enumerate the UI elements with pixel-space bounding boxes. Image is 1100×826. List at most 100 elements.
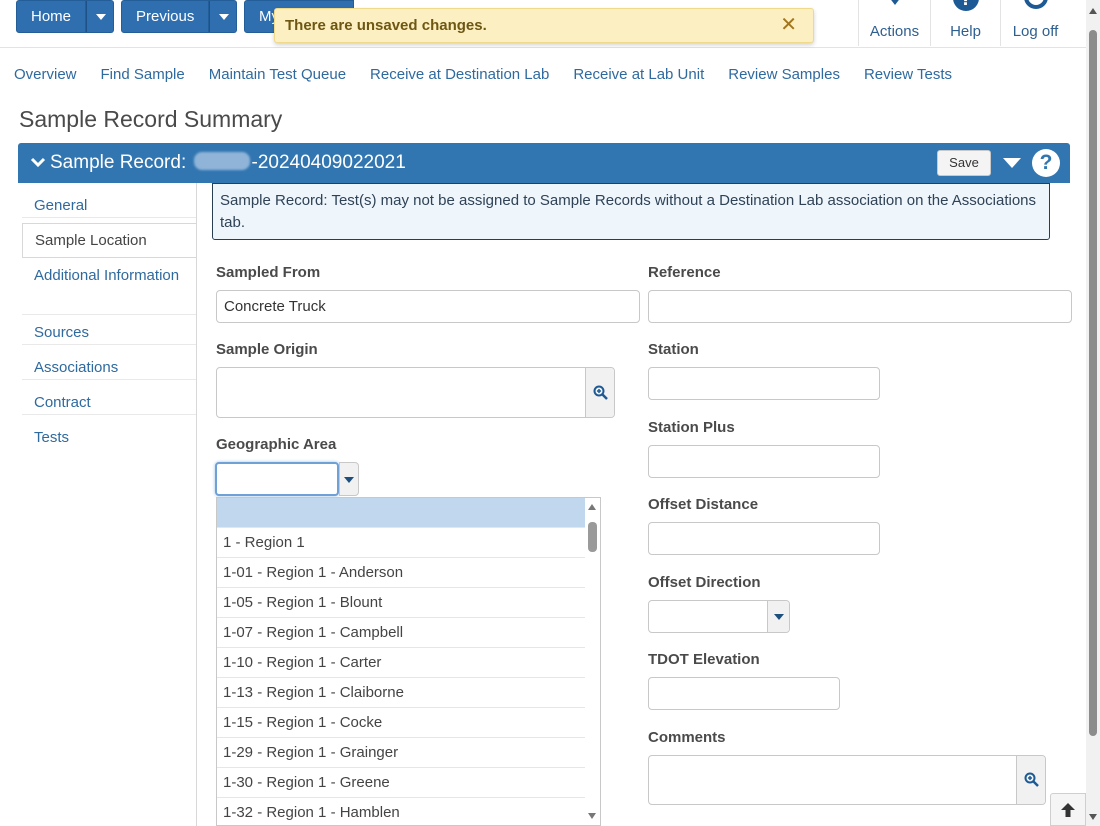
- magnifier-icon: [593, 385, 608, 400]
- offset-distance-input[interactable]: [648, 522, 880, 555]
- scroll-down-icon[interactable]: [1089, 814, 1097, 820]
- record-menu-caret-icon[interactable]: [1003, 158, 1021, 168]
- record-title-suffix: -20240409022021: [251, 152, 406, 173]
- page-title: Sample Record Summary: [19, 106, 283, 132]
- arrow-up-icon: [1061, 803, 1075, 817]
- dropdown-option[interactable]: 1-05 - Region 1 - Blount: [217, 588, 586, 618]
- chevron-down-icon[interactable]: [29, 153, 47, 171]
- nav-link-find-sample[interactable]: Find Sample: [101, 66, 185, 83]
- dropdown-option[interactable]: 1-10 - Region 1 - Carter: [217, 648, 586, 678]
- geographic-area-label: Geographic Area: [216, 436, 337, 453]
- help-label: Help: [950, 23, 981, 40]
- dropdown-option[interactable]: [217, 498, 586, 528]
- tdot-elevation-label: TDOT Elevation: [648, 651, 760, 668]
- close-icon[interactable]: ✕: [780, 9, 797, 42]
- reference-label: Reference: [648, 264, 721, 281]
- power-icon: [1023, 0, 1048, 9]
- dropdown-option[interactable]: 1-13 - Region 1 - Claiborne: [217, 678, 586, 708]
- info-message: Sample Record: Test(s) may not be assign…: [212, 183, 1050, 240]
- comments-label: Comments: [648, 729, 726, 746]
- comments-input[interactable]: [648, 755, 1046, 805]
- actions-label: Actions: [869, 23, 920, 40]
- logoff-button[interactable]: Log off: [1000, 0, 1070, 46]
- dropdown-option[interactable]: 1-15 - Region 1 - Cocke: [217, 708, 586, 738]
- logoff-label: Log off: [1012, 23, 1059, 40]
- home-button[interactable]: Home: [16, 0, 87, 33]
- sidebar-item-sources[interactable]: Sources: [22, 322, 196, 345]
- nav-links: Overview Find Sample Maintain Test Queue…: [14, 66, 976, 83]
- save-button[interactable]: Save: [937, 150, 991, 176]
- offset-direction-select[interactable]: [648, 600, 790, 633]
- sidebar-item-contract[interactable]: Contract: [22, 392, 196, 415]
- sidebar-item-additional-information[interactable]: Additional Information: [22, 265, 196, 315]
- help-circle-icon: ?: [952, 0, 979, 11]
- dropdown-option[interactable]: 1 - Region 1: [217, 528, 586, 558]
- home-button-group: Home: [16, 0, 115, 33]
- nav-link-review-tests[interactable]: Review Tests: [864, 66, 952, 83]
- dropdown-scroll-thumb[interactable]: [588, 522, 597, 552]
- scroll-to-top-button[interactable]: [1050, 793, 1086, 826]
- record-title: Sample Record: -20240409022021: [50, 152, 406, 174]
- home-dropdown-button[interactable]: [86, 0, 115, 33]
- nav-link-review-samples[interactable]: Review Samples: [728, 66, 840, 83]
- sample-origin-label: Sample Origin: [216, 341, 318, 358]
- caret-down-icon: [96, 14, 107, 20]
- comments-lookup-button[interactable]: [1016, 756, 1045, 804]
- unsaved-changes-notification: There are unsaved changes. ✕: [274, 8, 814, 43]
- station-plus-input[interactable]: [648, 445, 880, 478]
- station-label: Station: [648, 341, 699, 358]
- page-scroll-thumb[interactable]: [1089, 30, 1097, 736]
- geographic-area-input[interactable]: [215, 462, 339, 496]
- dropdown-option[interactable]: 1-07 - Region 1 - Campbell: [217, 618, 586, 648]
- nav-link-overview[interactable]: Overview: [14, 66, 77, 83]
- dropdown-option[interactable]: 1-32 - Region 1 - Hamblen: [217, 798, 586, 825]
- actions-button[interactable]: Actions: [858, 0, 930, 46]
- scroll-up-icon[interactable]: [588, 504, 596, 510]
- sample-origin-input[interactable]: [216, 367, 615, 418]
- dropdown-option[interactable]: 1-01 - Region 1 - Anderson: [217, 558, 586, 588]
- sidebar-item-sample-location[interactable]: Sample Location: [22, 223, 196, 258]
- geographic-area-combobox[interactable]: [215, 462, 359, 496]
- offset-direction-dropdown-button[interactable]: [767, 601, 789, 632]
- sample-record-header: Sample Record: -20240409022021 Save ?: [18, 143, 1070, 183]
- sampled-from-label: Sampled From: [216, 264, 321, 281]
- previous-dropdown-button[interactable]: [209, 0, 238, 33]
- dropdown-option[interactable]: 1-29 - Region 1 - Grainger: [217, 738, 586, 768]
- sample-origin-lookup-button[interactable]: [585, 368, 614, 417]
- sidebar-item-tests[interactable]: Tests: [22, 427, 196, 449]
- sidebar-item-general[interactable]: General: [22, 195, 196, 218]
- previous-button[interactable]: Previous: [121, 0, 210, 33]
- reference-input[interactable]: [648, 290, 1072, 323]
- notification-text: There are unsaved changes.: [285, 17, 487, 34]
- help-button[interactable]: ? Help: [930, 0, 1000, 46]
- top-bar: Home Previous My There are unsaved chang…: [0, 0, 1086, 48]
- page-scrollbar[interactable]: [1086, 0, 1100, 826]
- caret-down-icon: [219, 14, 230, 20]
- station-plus-label: Station Plus: [648, 419, 735, 436]
- tdot-elevation-input[interactable]: [648, 677, 840, 710]
- record-title-prefix: Sample Record:: [50, 152, 187, 173]
- offset-direction-label: Offset Direction: [648, 574, 761, 591]
- sidebar-item-associations[interactable]: Associations: [22, 357, 196, 380]
- magnifier-icon: [1024, 772, 1039, 787]
- redacted-id: [193, 152, 250, 170]
- nav-link-receive-lab-unit[interactable]: Receive at Lab Unit: [573, 66, 704, 83]
- offset-distance-label: Offset Distance: [648, 496, 759, 513]
- nav-link-receive-destination-lab[interactable]: Receive at Destination Lab: [370, 66, 549, 83]
- scroll-down-icon[interactable]: [588, 813, 596, 819]
- station-input[interactable]: [648, 367, 880, 400]
- svg-text:?: ?: [961, 0, 970, 9]
- dropdown-option[interactable]: 1-30 - Region 1 - Greene: [217, 768, 586, 798]
- dropdown-scrollbar[interactable]: [585, 498, 600, 825]
- geographic-area-dropdown-list: 1 - Region 1 1-01 - Region 1 - Anderson …: [216, 497, 601, 826]
- record-help-icon[interactable]: ?: [1032, 149, 1060, 177]
- previous-button-group: Previous: [121, 0, 238, 33]
- sampled-from-input[interactable]: Concrete Truck: [216, 290, 640, 323]
- actions-caret-icon: [890, 0, 899, 5]
- caret-down-icon: [774, 614, 784, 620]
- geographic-area-dropdown-button[interactable]: [339, 462, 359, 496]
- caret-down-icon: [344, 477, 354, 483]
- scroll-up-icon[interactable]: [1089, 8, 1097, 14]
- sidebar: General Sample Location Additional Infor…: [18, 183, 196, 826]
- nav-link-maintain-test-queue[interactable]: Maintain Test Queue: [209, 66, 346, 83]
